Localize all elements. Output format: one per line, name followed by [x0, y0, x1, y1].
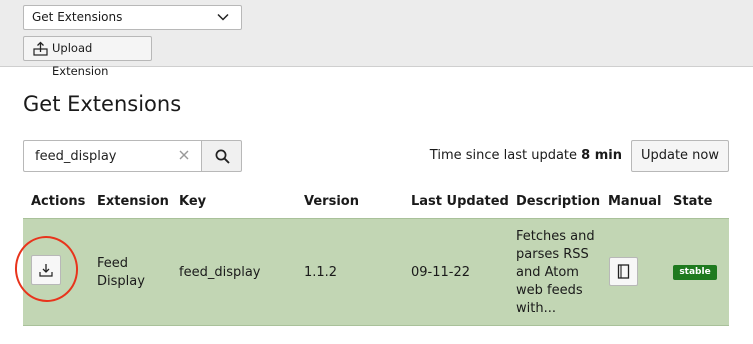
view-select-dropdown[interactable]: Get Extensions [23, 5, 242, 30]
last-update-info: Time since last update 8 min [430, 148, 622, 163]
header-state: State [673, 194, 713, 209]
search-input[interactable] [23, 140, 201, 172]
update-now-button[interactable]: Update now [631, 140, 729, 172]
search-button[interactable] [201, 140, 242, 172]
top-toolbar: Get Extensions Upload Extension [0, 0, 753, 78]
cell-key: feed_display [179, 265, 261, 280]
header-manual: Manual [608, 194, 662, 209]
upload-extension-label: Upload Extension [52, 41, 109, 78]
upload-icon [33, 41, 48, 56]
search-icon [215, 149, 230, 164]
header-extension: Extension [97, 194, 169, 209]
header-description: Description [516, 194, 601, 209]
state-badge: stable [673, 265, 717, 280]
cell-last-updated: 09-11-22 [411, 265, 471, 280]
last-update-label: Time since last update [429, 148, 578, 163]
cell-extension: Feed Display [97, 256, 145, 289]
header-version: Version [304, 194, 359, 209]
cell-description: Fetches and parses RSS and Atom web feed… [516, 229, 595, 316]
manual-button[interactable] [609, 257, 638, 286]
clear-icon[interactable] [178, 149, 190, 161]
header-actions: Actions [31, 194, 86, 209]
cell-version: 1.1.2 [304, 265, 338, 280]
upload-extension-button[interactable]: Upload Extension [23, 36, 152, 78]
view-select-value: Get Extensions [32, 10, 123, 24]
header-key: Key [179, 194, 207, 209]
chevron-down-icon [217, 13, 229, 21]
search-group [23, 140, 242, 172]
header-last-updated: Last Updated [411, 194, 509, 209]
book-icon [617, 264, 630, 279]
page-title: Get Extensions [23, 92, 182, 116]
last-update-value: 8 min [581, 148, 622, 163]
